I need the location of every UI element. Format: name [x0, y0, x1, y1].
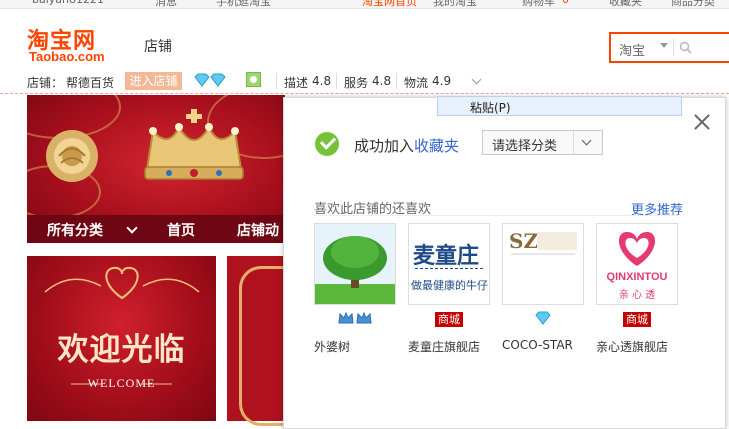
username-link[interactable]: baiyan81221	[32, 0, 104, 6]
rec-shop-name[interactable]: 亲心透旗舰店	[596, 338, 668, 355]
chevron-down-icon[interactable]	[660, 43, 668, 48]
check-icon	[315, 132, 339, 156]
taobao-logo[interactable]: 淘宝网 Taobao.com	[27, 23, 119, 65]
search-icon[interactable]	[679, 41, 692, 54]
heart-ornament-icon	[44, 266, 200, 300]
search-divider	[673, 39, 674, 56]
search-scope[interactable]: 淘宝	[619, 40, 645, 59]
nav-events[interactable]: 店铺动	[237, 220, 279, 240]
diamond-icon	[194, 73, 226, 87]
site-topbar: baiyan81221 消息 手机逛淘宝 淘宝网首页 我的淘宝 购物车 0 收藏…	[0, 0, 729, 9]
category-select-value: 请选择分类	[492, 139, 558, 154]
rec-shop-name[interactable]: 麦童庄旗舰店	[408, 338, 480, 355]
store-label: 店铺	[144, 39, 172, 55]
tmall-badge: 商城	[435, 312, 463, 327]
welcome-subtitle: WELCOME	[87, 376, 156, 390]
rec-shop-logo[interactable]: QINXINTOU 亲 心 透	[596, 223, 678, 305]
divider	[415, 268, 483, 269]
tmall-badge: 商城	[623, 312, 651, 327]
logo-main-text: QINXINTOU	[606, 271, 668, 283]
tree-image	[315, 224, 395, 304]
site-header: 淘宝网 Taobao.com 店铺 淘宝	[0, 9, 729, 69]
logo-sub-text: 亲 心 透	[618, 290, 656, 301]
chevron-down-icon[interactable]	[581, 135, 592, 146]
crown-icon	[144, 109, 244, 180]
favorite-success-dialog: 成功加入收藏夹 请选择分类 喜欢此店铺的还喜欢 更多推荐 外婆树 麦童庄 做最健…	[283, 97, 726, 429]
rec-shop-logo[interactable]: 麦童庄 做最健康的牛仔	[408, 223, 490, 305]
rec-shop-name[interactable]: 外婆树	[314, 338, 350, 355]
rec-shop-logo[interactable]: SZ	[502, 223, 584, 305]
close-icon[interactable]	[692, 112, 712, 132]
logo-text-en: Taobao.com	[29, 49, 105, 64]
rose-icon	[46, 130, 98, 182]
svg-text:SZ: SZ	[509, 229, 538, 253]
enter-store-button[interactable]: 进入店铺	[125, 72, 182, 90]
welcome-title: 欢迎光临	[57, 332, 186, 368]
chevron-down-icon[interactable]	[126, 222, 138, 234]
nav-home[interactable]: 首页	[167, 220, 195, 240]
welcome-panel: 欢迎光临 WELCOME	[27, 256, 216, 421]
context-menu: 粘贴(P)	[437, 96, 682, 116]
logo-sub-text: 做最健康的牛仔	[411, 279, 488, 292]
coco-star-logo: SZ	[503, 224, 583, 304]
menu-item-paste[interactable]: 粘贴(P)	[470, 99, 511, 116]
logo-main-text: 麦童庄	[413, 243, 480, 269]
store-nav: 所有分类 首页 店铺动	[27, 215, 285, 243]
rec-shop-name[interactable]: COCO-STAR	[502, 338, 573, 352]
diamond-icon	[535, 311, 551, 325]
my-taobao-link[interactable]: 我的淘宝	[433, 0, 477, 8]
desc-label: 描述	[284, 76, 309, 90]
promo-panel	[227, 256, 287, 426]
home-link[interactable]: 淘宝网首页	[362, 0, 417, 8]
nav-all-categories[interactable]: 所有分类	[47, 220, 103, 240]
shop-name[interactable]: 帮德百货	[66, 74, 114, 91]
logistics-label: 物流	[404, 76, 429, 90]
promo-frame	[239, 266, 287, 426]
favorites-link[interactable]: 收藏夹	[414, 137, 459, 155]
select-divider	[573, 131, 574, 154]
success-message: 成功加入收藏夹	[354, 135, 459, 156]
success-prefix: 成功加入	[354, 137, 415, 155]
divider	[396, 73, 397, 89]
rec-shop-logo[interactable]	[314, 223, 396, 305]
logistics-score: 4.9	[432, 74, 452, 88]
mobile-link[interactable]: 手机逛淘宝	[216, 0, 271, 8]
chevron-down-icon[interactable]	[471, 74, 482, 85]
service-label: 服务	[344, 76, 369, 90]
desc-score: 4.8	[312, 74, 332, 88]
category-select[interactable]: 请选择分类	[482, 130, 603, 155]
favorites-link[interactable]: 收藏夹	[609, 0, 642, 8]
shop-label: 店铺：	[27, 76, 64, 90]
messages-link[interactable]: 消息	[155, 0, 177, 8]
divider	[336, 73, 337, 89]
service-score: 4.8	[372, 74, 392, 88]
categories-link[interactable]: 商品分类	[671, 0, 715, 8]
cart-link[interactable]: 购物车	[522, 0, 555, 8]
shop-info-bar: 店铺： 帮德百货 进入店铺 描述 4.8 服务 4.8 物流 4.9	[0, 71, 729, 94]
divider	[314, 215, 681, 216]
cart-count: 0	[562, 0, 569, 6]
search-box[interactable]: 淘宝	[609, 32, 729, 63]
crown-icon	[338, 311, 372, 324]
heart-icon	[618, 232, 656, 266]
wangwang-icon[interactable]	[246, 72, 261, 87]
divider	[276, 73, 277, 89]
